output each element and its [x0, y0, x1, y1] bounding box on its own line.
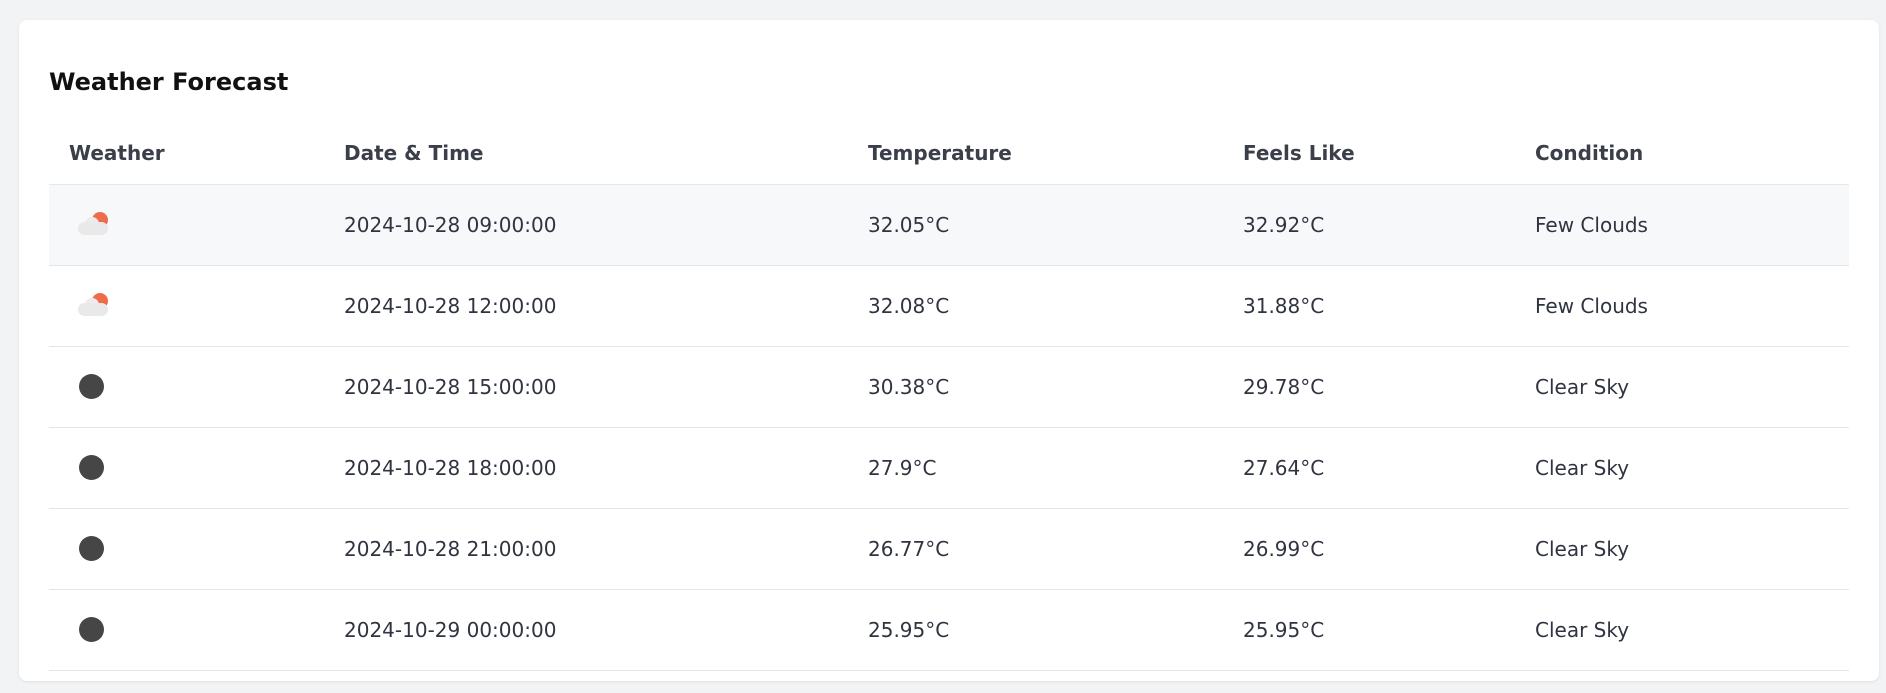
few-clouds-day-icon: [78, 212, 112, 238]
datetime-cell: 2024-10-28 21:00:00: [324, 508, 848, 590]
column-header-datetime: Date & Time: [324, 121, 848, 185]
clear-night-icon: [78, 536, 112, 562]
condition-cell: Clear Sky: [1515, 346, 1849, 428]
weather-cell: [49, 184, 324, 266]
clear-night-icon: [78, 617, 112, 643]
weather-cell: [49, 346, 324, 428]
clear-night-icon: [78, 374, 112, 400]
feels-like-cell: 26.99°C: [1223, 508, 1515, 590]
feels-like-cell: 27.64°C: [1223, 427, 1515, 509]
weather-cell: [49, 265, 324, 347]
condition-cell: Few Clouds: [1515, 184, 1849, 266]
weather-forecast-card: Weather Forecast Weather Date & Time Tem…: [19, 20, 1879, 681]
forecast-table: Weather Date & Time Temperature Feels Li…: [49, 121, 1849, 671]
table-row: 2024-10-28 09:00:00 32.05°C 32.92°C Few …: [49, 184, 1849, 266]
table-header-row: Weather Date & Time Temperature Feels Li…: [49, 121, 1849, 185]
column-header-temperature: Temperature: [848, 121, 1223, 185]
condition-cell: Clear Sky: [1515, 508, 1849, 590]
column-header-feels-like: Feels Like: [1223, 121, 1515, 185]
feels-like-cell: 25.95°C: [1223, 589, 1515, 671]
clear-night-icon: [78, 455, 112, 481]
table-row: 2024-10-29 00:00:00 25.95°C 25.95°C Clea…: [49, 589, 1849, 671]
datetime-cell: 2024-10-28 15:00:00: [324, 346, 848, 428]
feels-like-cell: 29.78°C: [1223, 346, 1515, 428]
weather-cell: [49, 427, 324, 509]
column-header-condition: Condition: [1515, 121, 1849, 185]
feels-like-cell: 31.88°C: [1223, 265, 1515, 347]
temperature-cell: 32.08°C: [848, 265, 1223, 347]
datetime-cell: 2024-10-29 00:00:00: [324, 589, 848, 671]
temperature-cell: 26.77°C: [848, 508, 1223, 590]
table-row: 2024-10-28 12:00:00 32.08°C 31.88°C Few …: [49, 265, 1849, 347]
temperature-cell: 30.38°C: [848, 346, 1223, 428]
feels-like-cell: 32.92°C: [1223, 184, 1515, 266]
temperature-cell: 32.05°C: [848, 184, 1223, 266]
table-row: 2024-10-28 21:00:00 26.77°C 26.99°C Clea…: [49, 508, 1849, 590]
datetime-cell: 2024-10-28 09:00:00: [324, 184, 848, 266]
weather-cell: [49, 589, 324, 671]
temperature-cell: 27.9°C: [848, 427, 1223, 509]
table-row: 2024-10-28 18:00:00 27.9°C 27.64°C Clear…: [49, 427, 1849, 509]
column-header-weather: Weather: [49, 121, 324, 185]
datetime-cell: 2024-10-28 12:00:00: [324, 265, 848, 347]
datetime-cell: 2024-10-28 18:00:00: [324, 427, 848, 509]
temperature-cell: 25.95°C: [848, 589, 1223, 671]
weather-cell: [49, 508, 324, 590]
condition-cell: Clear Sky: [1515, 427, 1849, 509]
card-title: Weather Forecast: [49, 68, 289, 96]
few-clouds-day-icon: [78, 293, 112, 319]
table-row: 2024-10-28 15:00:00 30.38°C 29.78°C Clea…: [49, 346, 1849, 428]
condition-cell: Clear Sky: [1515, 589, 1849, 671]
condition-cell: Few Clouds: [1515, 265, 1849, 347]
